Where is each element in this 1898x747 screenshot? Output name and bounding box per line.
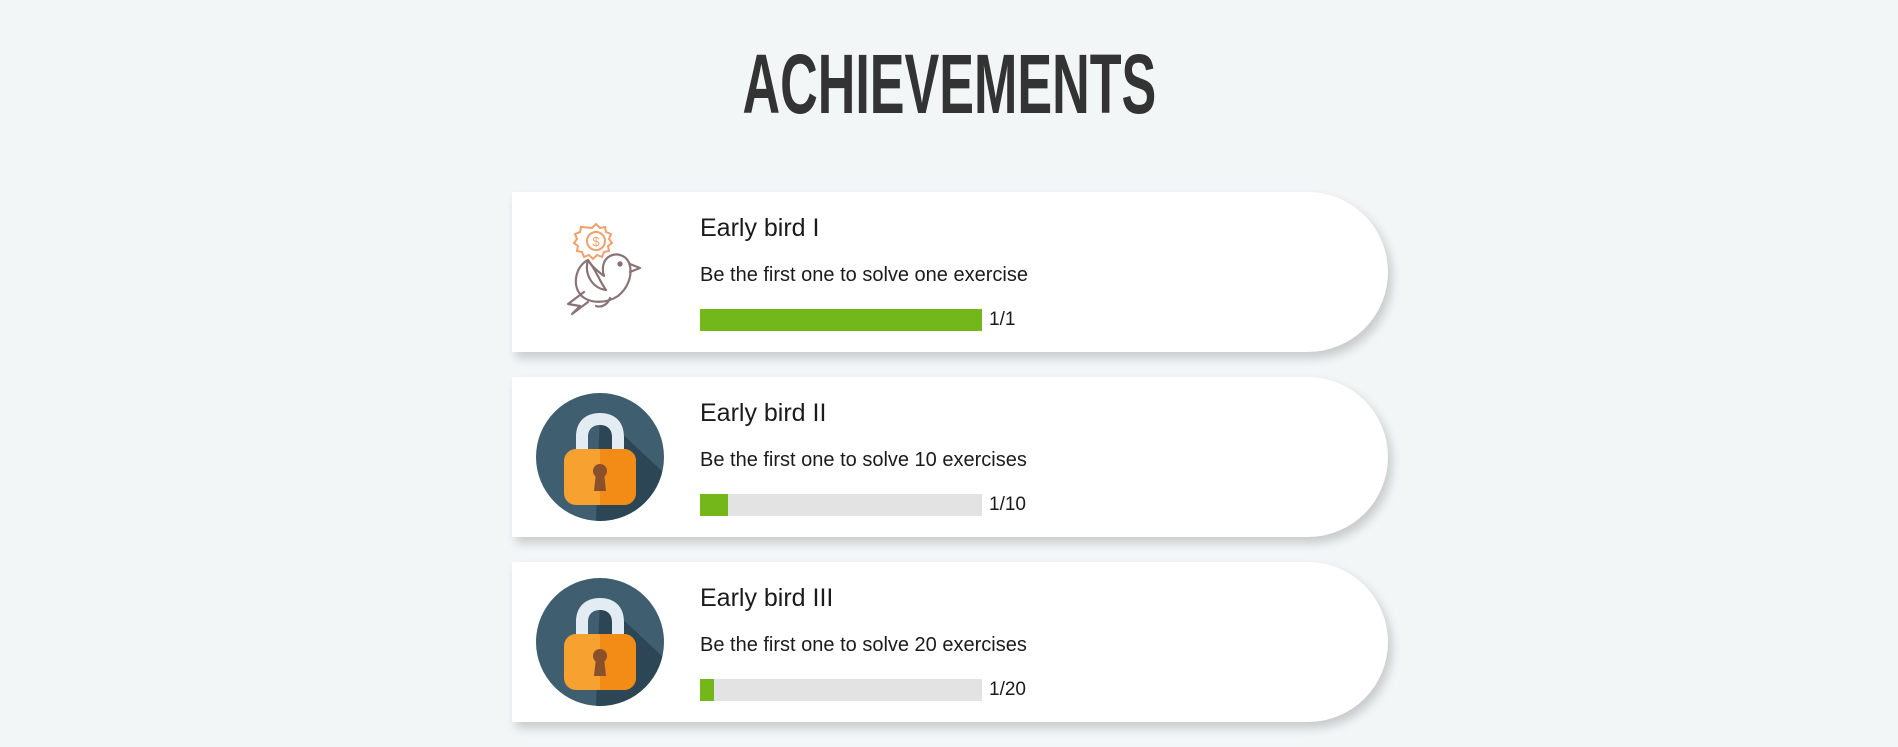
achievements-list: $ Early bird I Be the first one to solve… <box>512 192 1388 747</box>
progress-fill <box>700 494 729 516</box>
progress-fill <box>700 679 715 701</box>
progress-count: 1/1 <box>989 309 1016 330</box>
page-title: ACHIEVEMENTS <box>742 37 1157 131</box>
progress-bar <box>700 494 982 516</box>
progress-count: 1/20 <box>989 679 1026 700</box>
bird-coin-icon: $ <box>536 208 664 336</box>
progress-count: 1/10 <box>989 494 1026 515</box>
achievement-card: Early bird III Be the first one to solve… <box>512 562 1388 722</box>
achievement-title: Early bird III <box>700 584 834 612</box>
svg-text:$: $ <box>592 234 600 249</box>
achievement-description: Be the first one to solve one exercise <box>700 264 1028 286</box>
achievement-title: Early bird I <box>700 214 820 242</box>
achievement-description: Be the first one to solve 10 exercises <box>700 449 1027 471</box>
achievement-card: $ Early bird I Be the first one to solve… <box>512 192 1388 352</box>
achievement-description: Be the first one to solve 20 exercises <box>700 634 1027 656</box>
padlock-icon <box>536 393 664 521</box>
progress-bar <box>700 679 982 701</box>
achievement-title: Early bird II <box>700 399 827 427</box>
padlock-icon <box>536 578 664 706</box>
progress-bar <box>700 309 982 331</box>
achievement-card: Early bird II Be the first one to solve … <box>512 377 1388 537</box>
progress-fill <box>700 309 982 331</box>
